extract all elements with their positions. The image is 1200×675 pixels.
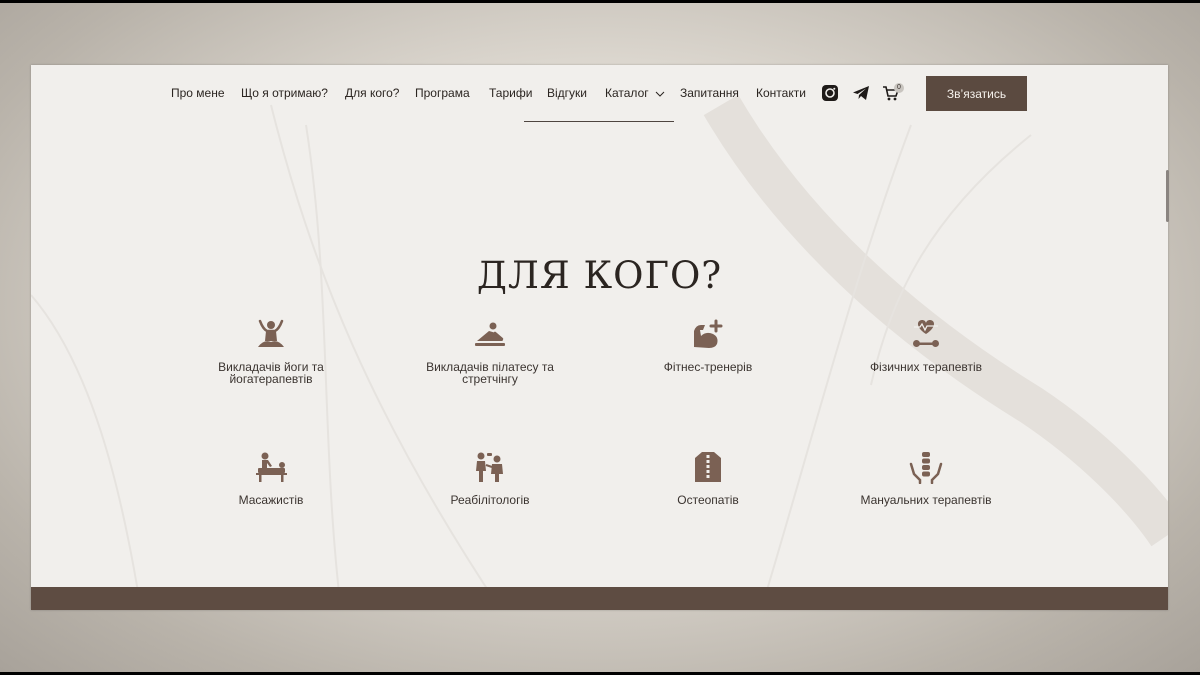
spine-back-icon: [695, 452, 721, 482]
rehabilitation-icon: [476, 452, 503, 482]
audience-item: Фізичних терапевтів: [836, 317, 1016, 373]
yoga-meditation-icon: [258, 319, 284, 347]
landing-page: Про мене Що я отримаю? Для кого? Програм…: [31, 65, 1168, 610]
audience-label: Масажистів: [238, 493, 304, 507]
active-nav-indicator: [524, 121, 674, 122]
nav-link-faq[interactable]: Запитання: [680, 86, 739, 100]
audience-label: Фітнес-тренерів: [663, 360, 753, 374]
nav-link-audience[interactable]: Для кого?: [345, 86, 399, 100]
contact-button[interactable]: Зв’язатись: [926, 76, 1027, 111]
audience-item: Остеопатів: [618, 450, 798, 506]
nav-link-catalog[interactable]: Каталог: [605, 86, 665, 100]
nav-link-about[interactable]: Про мене: [171, 86, 225, 100]
audience-item: Масажистів: [181, 450, 361, 506]
instagram-icon[interactable]: [821, 84, 839, 102]
audience-label: Реабілітологів: [450, 493, 530, 507]
page-scrollbar[interactable]: [1166, 170, 1169, 222]
audience-item: Мануальних терапевтів: [836, 450, 1016, 506]
chevron-down-icon: [655, 91, 665, 97]
audience-label: Остеопатів: [677, 493, 739, 507]
audience-label: Викладачів йоги та йогатерапевтів: [218, 360, 324, 386]
top-navigation: Про мене Що я отримаю? Для кого? Програм…: [31, 65, 1168, 123]
stretching-icon: [475, 322, 505, 346]
nav-link-reviews[interactable]: Відгуки: [547, 86, 587, 100]
footer-bar: [31, 587, 1168, 610]
audience-label: Фізичних терапевтів: [869, 360, 983, 374]
audience-item: Фітнес-тренерів: [618, 317, 798, 373]
cart-count-badge: 0: [894, 83, 904, 93]
audience-item: Реабілітологів: [400, 450, 580, 506]
nav-link-program[interactable]: Програма: [415, 86, 470, 100]
nav-link-contacts[interactable]: Контакти: [756, 86, 806, 100]
nav-link-benefits[interactable]: Що я отримаю?: [241, 86, 328, 100]
section-title: ДЛЯ КОГО?: [476, 253, 723, 297]
audience-item: Викладачів йоги та йогатерапевтів: [181, 317, 361, 385]
telegram-icon[interactable]: [852, 84, 870, 102]
nav-link-catalog-label: Каталог: [605, 86, 649, 100]
flexed-bicep-icon: [694, 319, 723, 348]
heartbeat-dumbbell-icon: [913, 320, 939, 347]
audience-label: Мануальних терапевтів: [860, 493, 992, 507]
audience-label: Викладачів пілатесу та стретчінгу: [426, 360, 554, 386]
nav-link-pricing[interactable]: Тарифи: [489, 86, 532, 100]
audience-item: Викладачів пілатесу та стретчінгу: [400, 317, 580, 385]
massage-table-icon: [256, 452, 287, 482]
spine-hands-icon: [909, 452, 943, 484]
